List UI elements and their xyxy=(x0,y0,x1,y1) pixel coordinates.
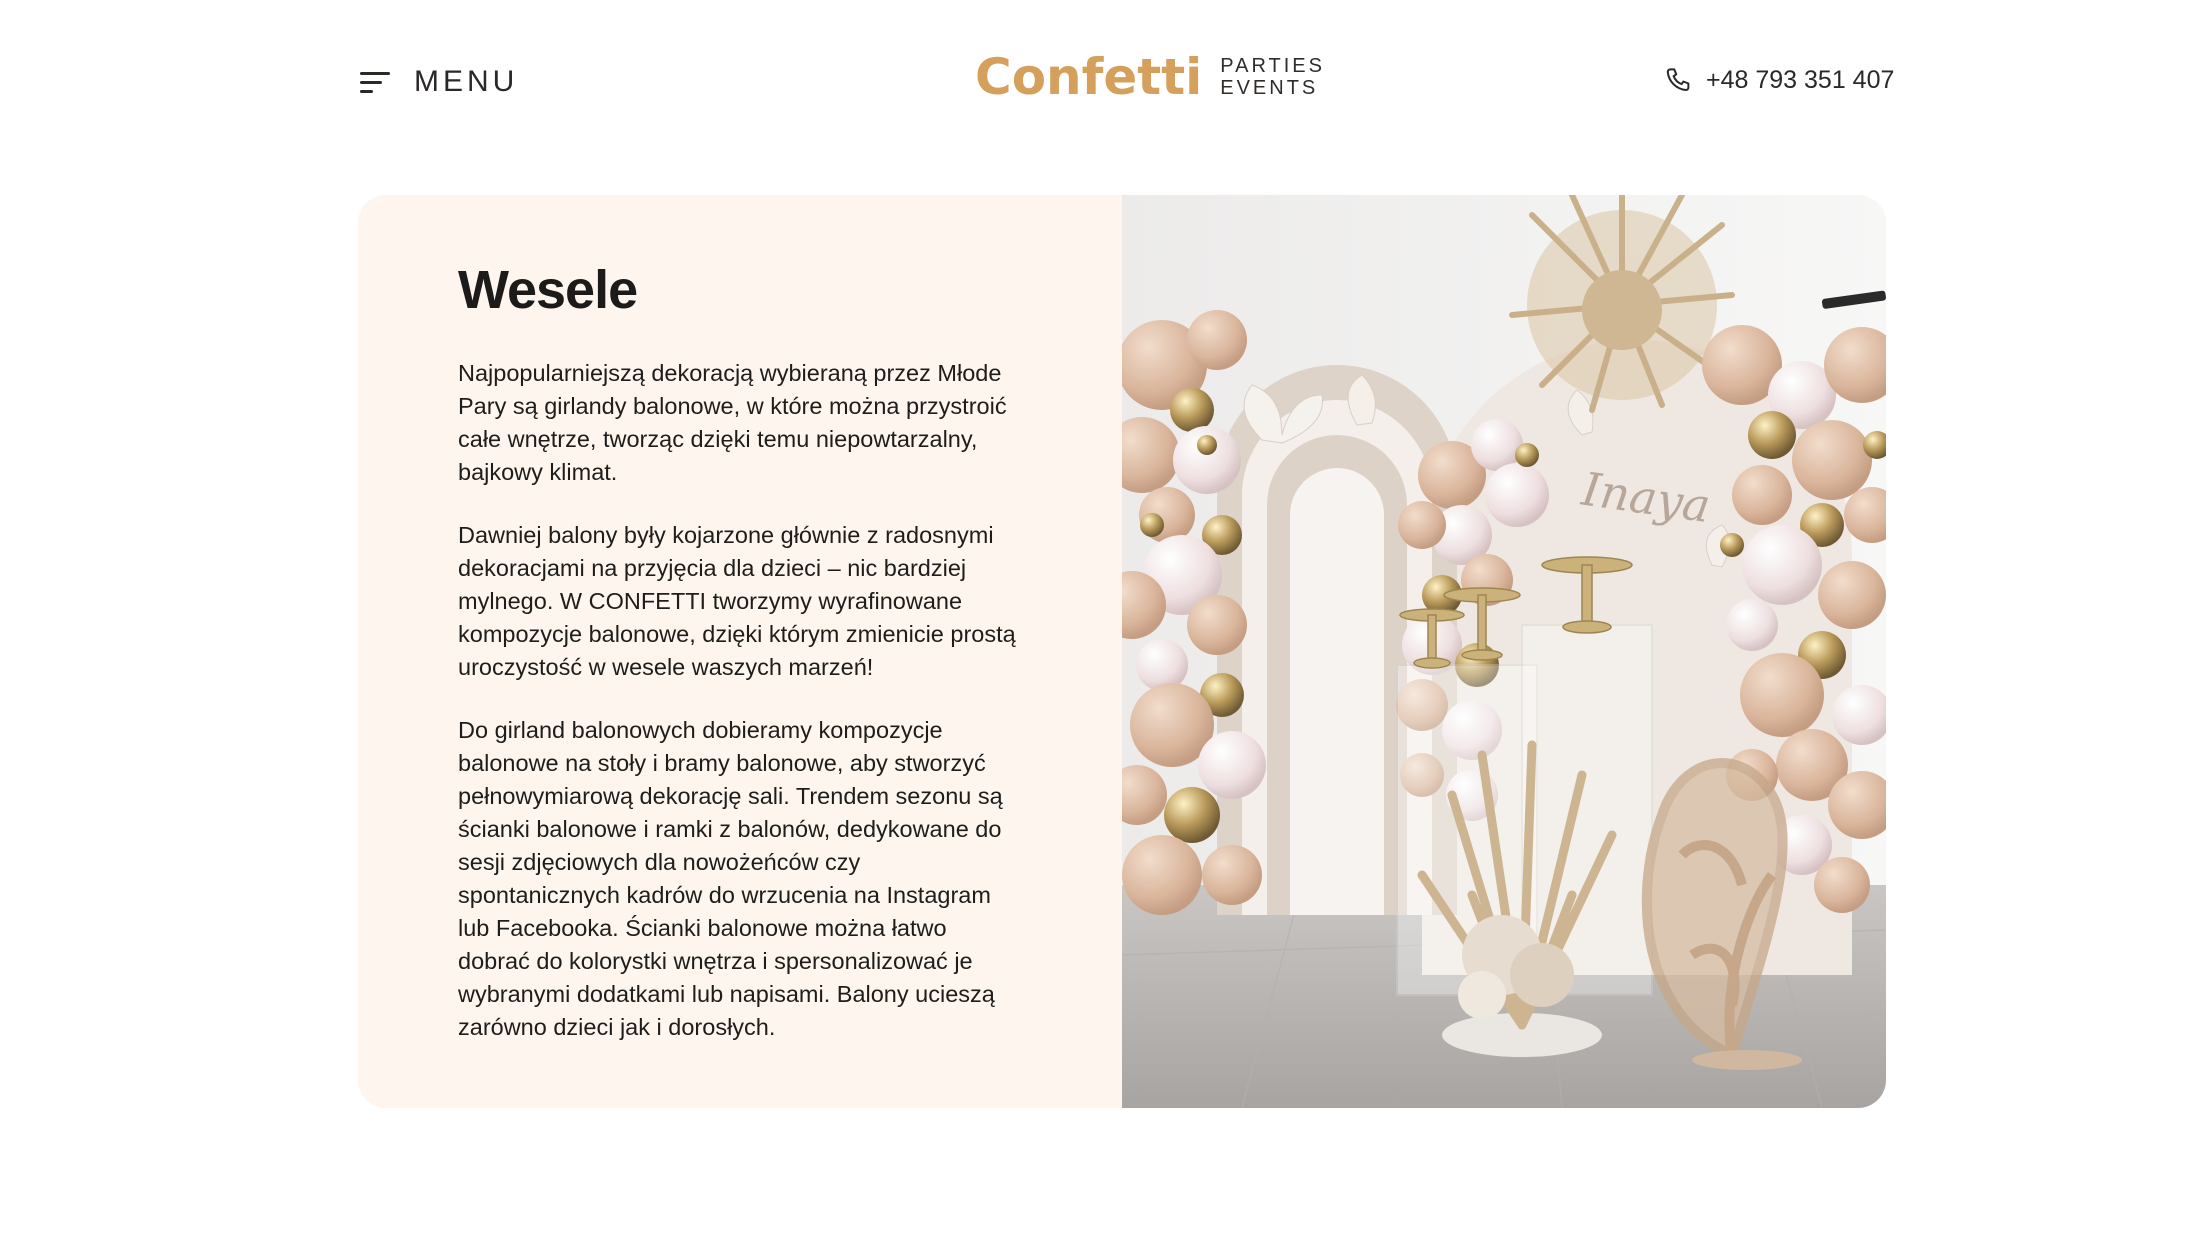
hamburger-icon xyxy=(358,69,392,95)
logo-tagline-parties: PARTIES xyxy=(1220,55,1325,77)
menu-label: MENU xyxy=(414,65,519,98)
phone-number: +48 793 351 407 xyxy=(1706,65,1895,94)
balloon-arch-illustration: Inaya xyxy=(1122,195,1886,1108)
section-title: Wesele xyxy=(458,260,638,320)
phone-link[interactable]: +48 793 351 407 xyxy=(1664,62,1894,98)
logo-wordmark: Confetti xyxy=(975,48,1203,106)
logo-tagline-events: EVENTS xyxy=(1220,77,1319,99)
menu-button[interactable]: MENU xyxy=(358,62,518,102)
section-paragraph: Najpopularniejszą dekoracją wybieraną pr… xyxy=(458,360,1007,485)
phone-icon xyxy=(1666,68,1690,91)
card-text-column: Wesele Najpopularniejszą dekoracją wybie… xyxy=(358,195,1122,1108)
section-paragraph: Do girland balonowych dobieramy kompozyc… xyxy=(458,717,1003,1040)
logo[interactable]: Confetti PARTIES EVENTS xyxy=(975,52,1325,102)
wedding-section-card: Wesele Najpopularniejszą dekoracją wybie… xyxy=(358,195,1886,1108)
logo-tagline: PARTIES EVENTS xyxy=(1220,55,1325,99)
balloon-decoration-photo: Inaya xyxy=(1122,195,1886,1108)
section-paragraph: Dawniej balony były kojarzone głównie z … xyxy=(458,522,1016,680)
